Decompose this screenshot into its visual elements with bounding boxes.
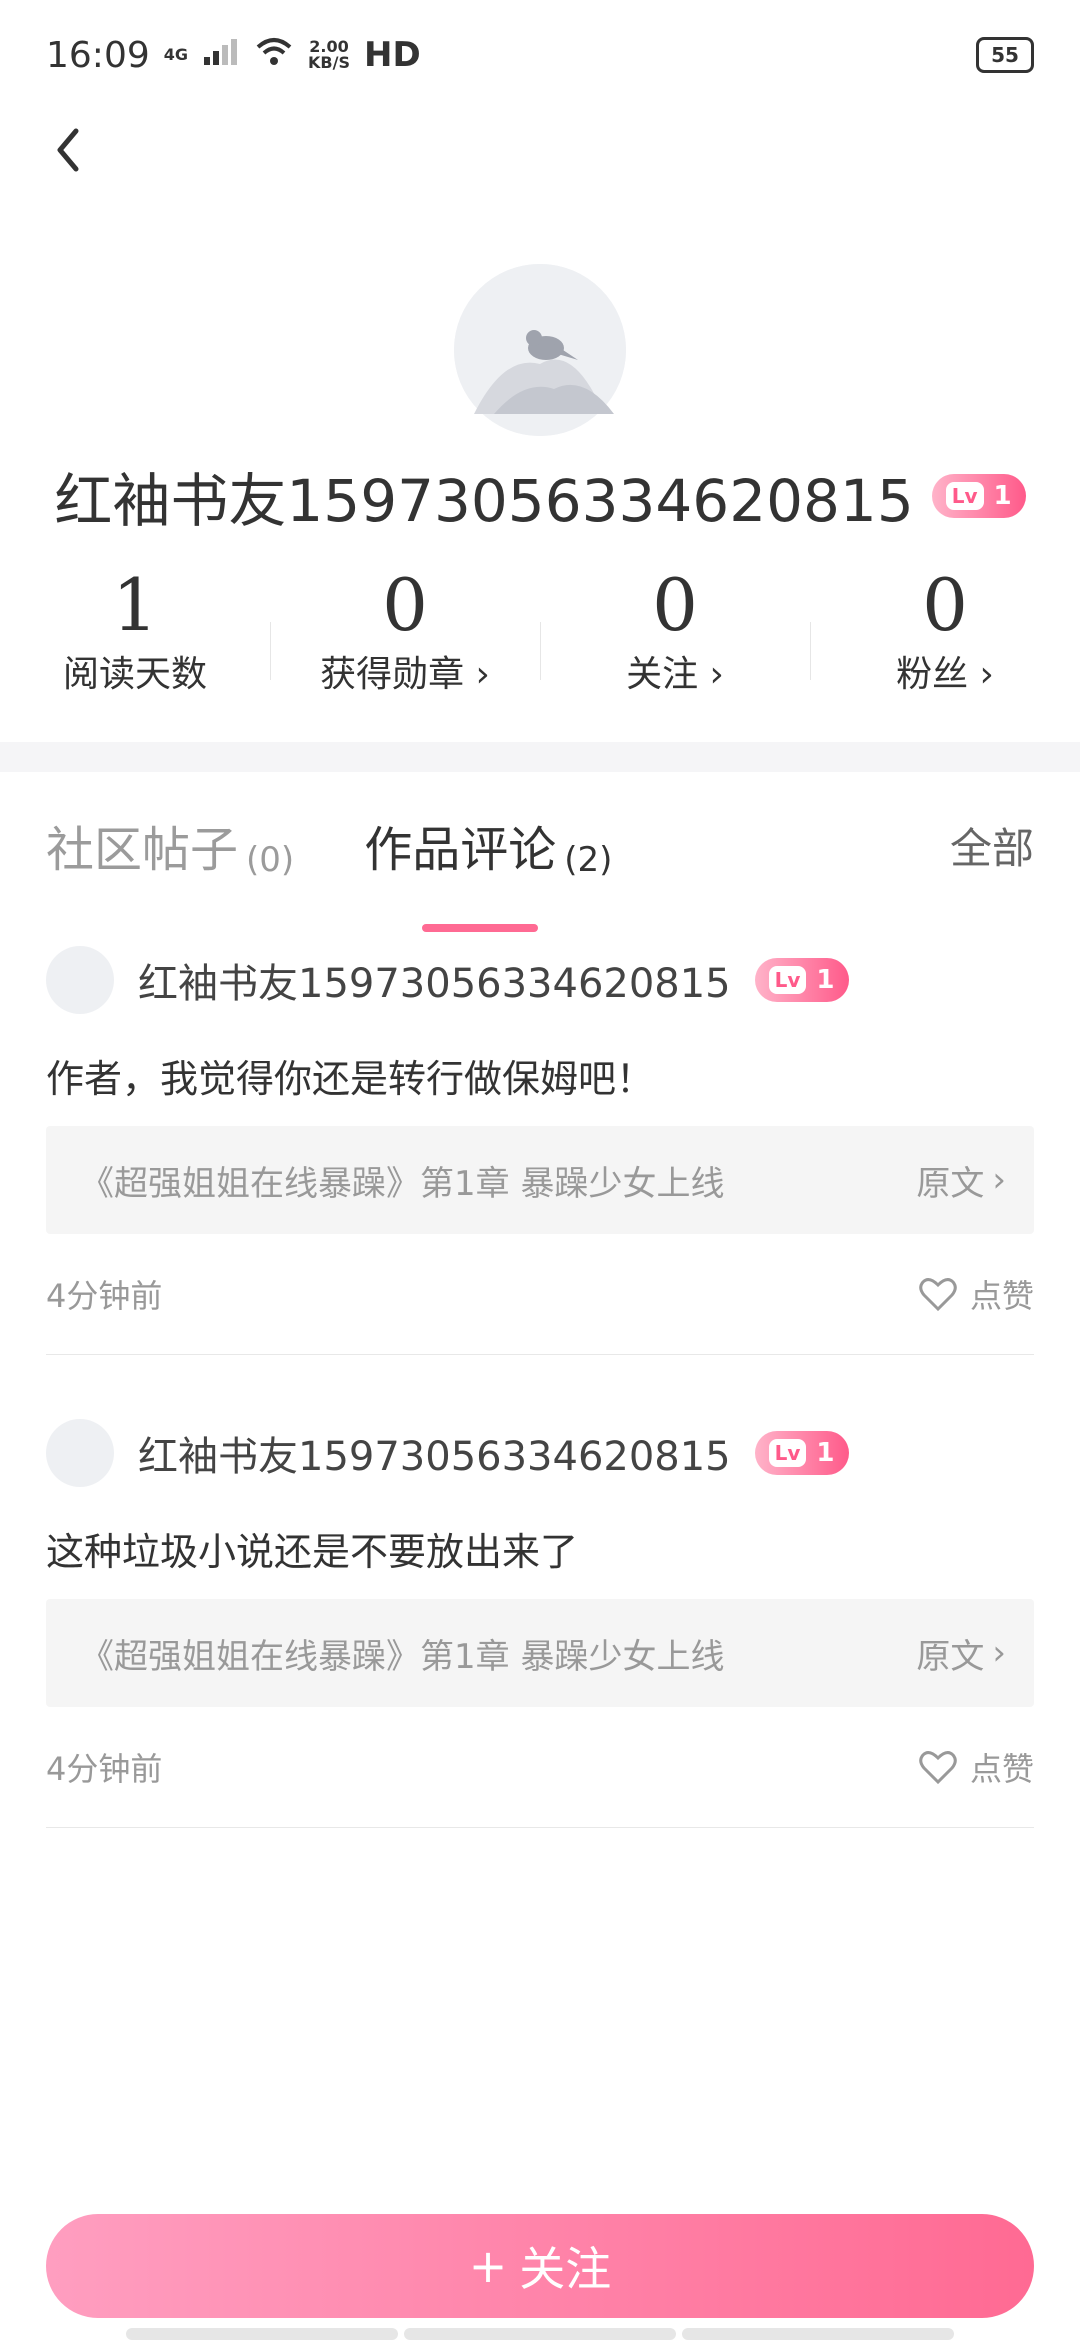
speed-unit: KB/S bbox=[308, 53, 350, 72]
level-badge: Lv 1 bbox=[931, 474, 1026, 518]
profile-username: 红袖书友15973056334620815 bbox=[54, 467, 914, 535]
comment-header: 红袖书友15973056334620815 Lv 1 bbox=[46, 940, 1034, 1020]
back-button[interactable] bbox=[40, 120, 100, 180]
stat-value: 0 bbox=[922, 563, 968, 647]
quote-text: 《超强姐姐在线暴躁》第1章 暴躁少女上线 bbox=[80, 1636, 725, 1677]
quoted-chapter[interactable]: 《超强姐姐在线暴躁》第1章 暴躁少女上线 原文 › bbox=[46, 1599, 1034, 1707]
status-left: 16:09 4G 2.00 KB/S HD bbox=[46, 35, 421, 76]
like-button[interactable]: 点赞 bbox=[918, 1271, 1034, 1317]
chevron-left-icon bbox=[57, 128, 79, 172]
level-lv: Lv bbox=[768, 966, 807, 994]
hd-indicator: HD bbox=[363, 35, 421, 75]
stat-reading-days: 1 阅读天数 bbox=[0, 560, 270, 710]
navigation-bar bbox=[126, 2328, 954, 2340]
comment-header: 红袖书友15973056334620815 Lv 1 bbox=[46, 1413, 1034, 1493]
wifi-icon bbox=[254, 35, 294, 76]
stat-fans[interactable]: 0 粉丝 › bbox=[810, 560, 1080, 710]
like-button[interactable]: 点赞 bbox=[918, 1744, 1034, 1790]
tab-community-posts[interactable]: 社区帖子 (0) bbox=[46, 810, 294, 880]
network-speed: 2.00 KB/S bbox=[308, 39, 350, 71]
status-bar: 16:09 4G 2.00 KB/S HD 55 bbox=[0, 0, 1080, 110]
comment-meta: 4分钟前 点赞 bbox=[46, 1707, 1034, 1827]
tab-count: (0) bbox=[246, 840, 295, 880]
chevron-right-icon: › bbox=[992, 1160, 1006, 1200]
quote-text: 《超强姐姐在线暴躁》第1章 暴躁少女上线 bbox=[80, 1163, 725, 1204]
comment-item: 红袖书友15973056334620815 Lv 1 作者，我觉得你还是转行做保… bbox=[46, 940, 1034, 1355]
section-divider bbox=[0, 742, 1080, 772]
quoted-chapter[interactable]: 《超强姐姐在线暴躁》第1章 暴躁少女上线 原文 › bbox=[46, 1126, 1034, 1234]
stat-label: 阅读天数 bbox=[62, 654, 207, 695]
follow-label: 关注 bbox=[519, 2242, 612, 2296]
stat-label: 关注 › bbox=[626, 654, 724, 695]
network-indicator: 4G bbox=[164, 47, 188, 63]
level-badge: Lv 1 bbox=[754, 1431, 849, 1475]
nav-segment[interactable] bbox=[404, 2328, 676, 2340]
comment-time: 4分钟前 bbox=[46, 1277, 163, 1315]
stat-value: 0 bbox=[652, 563, 698, 647]
origin-link[interactable]: 原文 › bbox=[916, 1156, 1006, 1205]
nav-segment[interactable] bbox=[126, 2328, 398, 2340]
level-lv: Lv bbox=[945, 482, 984, 510]
tab-count: (2) bbox=[564, 840, 613, 880]
origin-link[interactable]: 原文 › bbox=[916, 1629, 1006, 1678]
stat-medals[interactable]: 0 获得勋章 › bbox=[270, 560, 540, 710]
battery-icon: 55 bbox=[976, 37, 1034, 73]
like-label: 点赞 bbox=[969, 1277, 1034, 1315]
comment-text: 作者，我觉得你还是转行做保姆吧！ bbox=[46, 1057, 655, 1101]
signal-icon bbox=[202, 35, 240, 76]
follow-button[interactable]: + 关注 bbox=[46, 2214, 1034, 2318]
status-time: 16:09 bbox=[46, 34, 150, 76]
level-badge: Lv 1 bbox=[754, 958, 849, 1002]
level-number: 1 bbox=[816, 1438, 835, 1468]
avatar[interactable] bbox=[46, 1419, 114, 1487]
tab-label: 社区帖子 bbox=[46, 822, 239, 878]
origin-label: 原文 bbox=[916, 1636, 985, 1677]
filter-all-button[interactable]: 全部 bbox=[950, 815, 1034, 876]
comment-text: 这种垃圾小说还是不要放出来了 bbox=[46, 1530, 579, 1574]
battery-level: 55 bbox=[991, 43, 1019, 67]
comment-username[interactable]: 红袖书友15973056334620815 bbox=[138, 951, 731, 1009]
comment-item: 红袖书友15973056334620815 Lv 1 这种垃圾小说还是不要放出来… bbox=[46, 1413, 1034, 1828]
level-number: 1 bbox=[816, 965, 835, 995]
tab-label: 作品评论 bbox=[364, 822, 557, 878]
stat-label: 粉丝 › bbox=[896, 654, 994, 695]
stat-value: 1 bbox=[112, 563, 158, 647]
comment-time: 4分钟前 bbox=[46, 1750, 163, 1788]
origin-label: 原文 bbox=[916, 1163, 985, 1204]
like-label: 点赞 bbox=[969, 1750, 1034, 1788]
nav-segment[interactable] bbox=[682, 2328, 954, 2340]
avatar[interactable] bbox=[46, 946, 114, 1014]
plus-icon: + bbox=[468, 2239, 508, 2293]
avatar[interactable] bbox=[454, 264, 626, 436]
network-type: 4G bbox=[163, 45, 189, 64]
comment-meta: 4分钟前 点赞 bbox=[46, 1234, 1034, 1354]
bird-avatar-icon bbox=[454, 264, 626, 436]
level-number: 1 bbox=[993, 481, 1012, 511]
chevron-right-icon: › bbox=[992, 1633, 1006, 1673]
content-tabs: 社区帖子 (0) 作品评论 (2) 全部 bbox=[46, 790, 1034, 932]
stat-value: 0 bbox=[382, 563, 428, 647]
stat-following[interactable]: 0 关注 › bbox=[540, 560, 810, 710]
heart-icon bbox=[919, 1278, 957, 1312]
profile-stats: 1 阅读天数 0 获得勋章 › 0 关注 › 0 粉丝 › bbox=[0, 560, 1080, 710]
stat-label: 获得勋章 › bbox=[320, 654, 490, 695]
tab-work-comments[interactable]: 作品评论 (2) bbox=[364, 810, 613, 932]
profile-name-row: 红袖书友15973056334620815 Lv 1 bbox=[0, 460, 1080, 535]
heart-icon bbox=[919, 1751, 957, 1785]
comment-username[interactable]: 红袖书友15973056334620815 bbox=[138, 1424, 731, 1482]
level-lv: Lv bbox=[768, 1439, 807, 1467]
